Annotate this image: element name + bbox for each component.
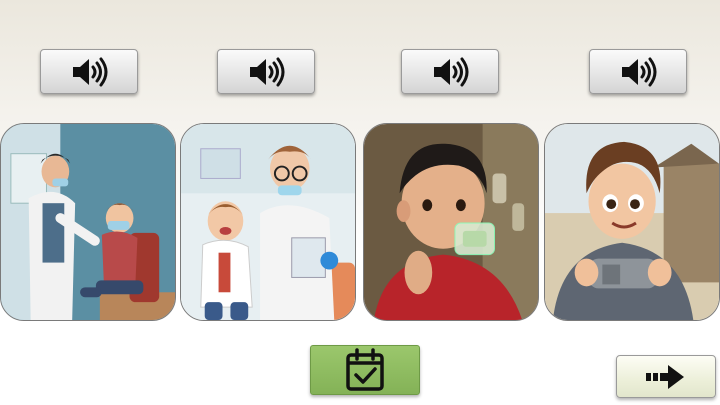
picture-card-inhaler-use[interactable] xyxy=(363,123,539,321)
holding-inhaler-illustration xyxy=(545,124,719,320)
check-answer-button[interactable] xyxy=(310,345,420,395)
picture-card-holding-inhaler[interactable] xyxy=(544,123,720,321)
audio-button-2[interactable] xyxy=(217,49,315,94)
speaker-icon xyxy=(73,57,108,86)
calendar-check-icon xyxy=(346,348,384,391)
next-button[interactable] xyxy=(616,355,716,398)
doctor-exam-illustration xyxy=(1,124,175,320)
audio-button-3[interactable] xyxy=(401,49,499,94)
speaker-icon xyxy=(622,57,657,86)
speaker-icon xyxy=(434,57,469,86)
doctor-talk-illustration xyxy=(181,124,355,320)
audio-button-1[interactable] xyxy=(40,49,138,94)
audio-button-4[interactable] xyxy=(589,49,687,94)
inhaler-use-illustration xyxy=(364,124,538,320)
picture-card-doctor-talk[interactable] xyxy=(180,123,356,321)
picture-card-doctor-exam[interactable] xyxy=(0,123,176,321)
speaker-icon xyxy=(250,57,285,86)
arrow-right-icon xyxy=(646,364,684,389)
